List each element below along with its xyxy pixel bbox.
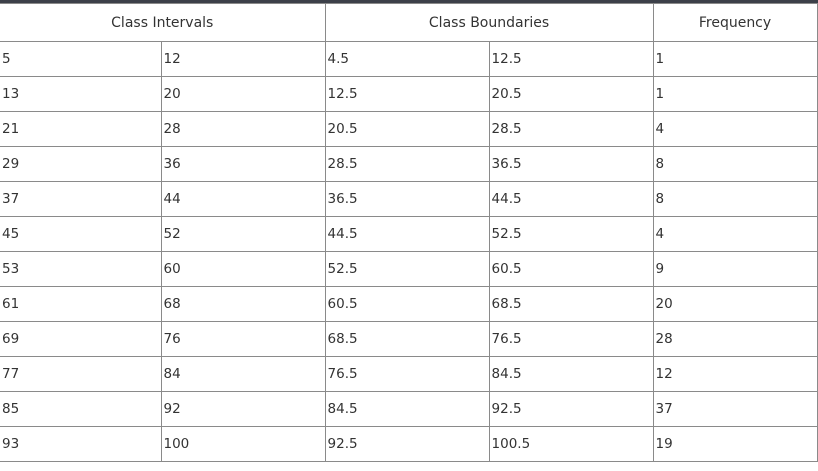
interval-lower-cell: 93 <box>0 426 162 462</box>
interval-upper-cell: 36 <box>160 146 326 182</box>
table-row: 21 28 20.5 28.5 4 <box>0 111 818 147</box>
interval-lower-cell: 37 <box>0 181 162 217</box>
interval-lower-cell: 61 <box>0 286 162 322</box>
header-frequency: Frequency <box>652 3 818 42</box>
table-row: 29 36 28.5 36.5 8 <box>0 146 818 182</box>
interval-upper-cell: 60 <box>160 251 326 287</box>
table-row: 13 20 12.5 20.5 1 <box>0 76 818 112</box>
boundary-upper-cell: 84.5 <box>488 356 654 392</box>
boundary-lower-cell: 68.5 <box>324 321 490 357</box>
interval-upper-cell: 12 <box>160 41 326 77</box>
interval-lower-cell: 77 <box>0 356 162 392</box>
boundary-lower-cell: 4.5 <box>324 41 490 77</box>
header-class-intervals: Class Intervals <box>0 3 326 42</box>
frequency-cell: 9 <box>652 251 818 287</box>
interval-upper-cell: 68 <box>160 286 326 322</box>
interval-lower-cell: 13 <box>0 76 162 112</box>
interval-upper-cell: 92 <box>160 391 326 427</box>
interval-lower-cell: 45 <box>0 216 162 252</box>
frequency-cell: 19 <box>652 426 818 462</box>
table-row: 93 100 92.5 100.5 19 <box>0 426 818 462</box>
interval-lower-cell: 85 <box>0 391 162 427</box>
table-row: 45 52 44.5 52.5 4 <box>0 216 818 252</box>
interval-lower-cell: 69 <box>0 321 162 357</box>
frequency-cell: 1 <box>652 41 818 77</box>
table-row: 77 84 76.5 84.5 12 <box>0 356 818 392</box>
boundary-upper-cell: 100.5 <box>488 426 654 462</box>
boundary-lower-cell: 28.5 <box>324 146 490 182</box>
interval-upper-cell: 52 <box>160 216 326 252</box>
boundary-lower-cell: 84.5 <box>324 391 490 427</box>
boundary-upper-cell: 36.5 <box>488 146 654 182</box>
boundary-lower-cell: 20.5 <box>324 111 490 147</box>
interval-lower-cell: 29 <box>0 146 162 182</box>
frequency-cell: 12 <box>652 356 818 392</box>
interval-lower-cell: 5 <box>0 41 162 77</box>
boundary-upper-cell: 52.5 <box>488 216 654 252</box>
boundary-upper-cell: 12.5 <box>488 41 654 77</box>
boundary-lower-cell: 12.5 <box>324 76 490 112</box>
interval-upper-cell: 28 <box>160 111 326 147</box>
frequency-cell: 8 <box>652 181 818 217</box>
table-header-row: Class Intervals Class Boundaries Frequen… <box>0 3 818 42</box>
frequency-cell: 37 <box>652 391 818 427</box>
header-class-boundaries: Class Boundaries <box>324 3 654 42</box>
frequency-cell: 4 <box>652 111 818 147</box>
table-row: 85 92 84.5 92.5 37 <box>0 391 818 427</box>
table-row: 53 60 52.5 60.5 9 <box>0 251 818 287</box>
boundary-lower-cell: 92.5 <box>324 426 490 462</box>
interval-lower-cell: 21 <box>0 111 162 147</box>
interval-upper-cell: 100 <box>160 426 326 462</box>
boundary-lower-cell: 76.5 <box>324 356 490 392</box>
boundary-upper-cell: 44.5 <box>488 181 654 217</box>
frequency-cell: 4 <box>652 216 818 252</box>
interval-upper-cell: 76 <box>160 321 326 357</box>
boundary-upper-cell: 28.5 <box>488 111 654 147</box>
table-row: 37 44 36.5 44.5 8 <box>0 181 818 217</box>
table-row: 69 76 68.5 76.5 28 <box>0 321 818 357</box>
interval-upper-cell: 84 <box>160 356 326 392</box>
boundary-upper-cell: 20.5 <box>488 76 654 112</box>
boundary-lower-cell: 60.5 <box>324 286 490 322</box>
table-row: 61 68 60.5 68.5 20 <box>0 286 818 322</box>
table-body: 5 12 4.5 12.5 1 13 20 12.5 20.5 1 21 28 20.5 28.5 4 29 3… <box>0 41 818 462</box>
frequency-cell: 28 <box>652 321 818 357</box>
boundary-upper-cell: 68.5 <box>488 286 654 322</box>
boundary-lower-cell: 52.5 <box>324 251 490 287</box>
interval-upper-cell: 20 <box>160 76 326 112</box>
frequency-cell: 1 <box>652 76 818 112</box>
boundary-upper-cell: 60.5 <box>488 251 654 287</box>
frequency-cell: 20 <box>652 286 818 322</box>
boundary-upper-cell: 92.5 <box>488 391 654 427</box>
interval-upper-cell: 44 <box>160 181 326 217</box>
boundary-lower-cell: 36.5 <box>324 181 490 217</box>
frequency-cell: 8 <box>652 146 818 182</box>
table-row: 5 12 4.5 12.5 1 <box>0 41 818 77</box>
frequency-distribution-table: Class Intervals Class Boundaries Frequen… <box>0 3 818 462</box>
boundary-upper-cell: 76.5 <box>488 321 654 357</box>
boundary-lower-cell: 44.5 <box>324 216 490 252</box>
interval-lower-cell: 53 <box>0 251 162 287</box>
